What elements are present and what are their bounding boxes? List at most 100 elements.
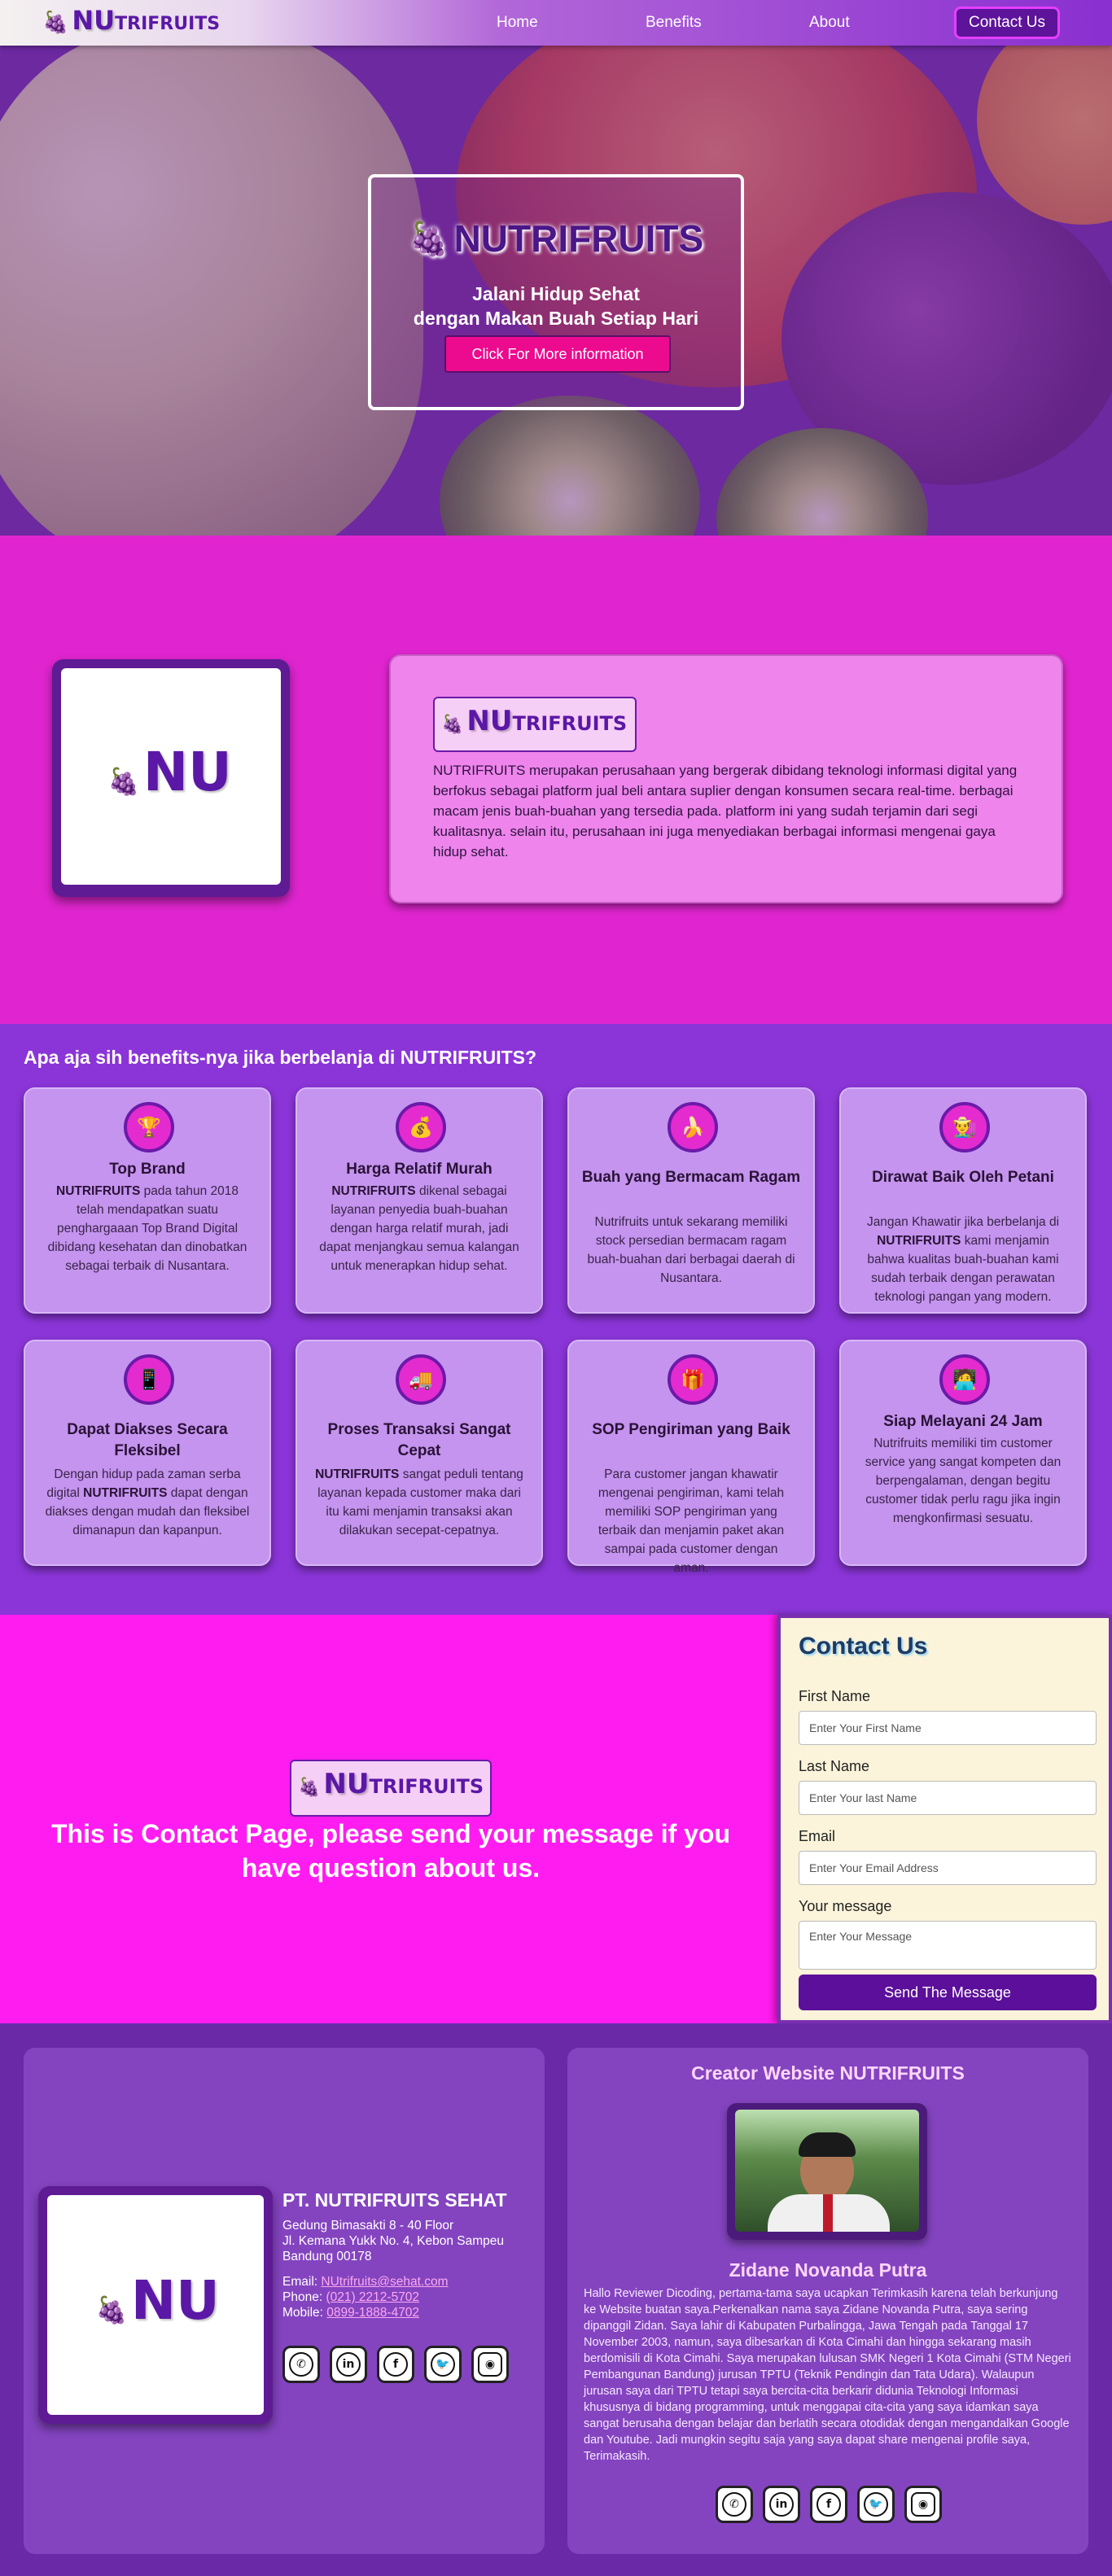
linkedin-icon[interactable]: in	[330, 2346, 367, 2383]
hero-title-text: NUTRIFRUITS	[453, 217, 704, 260]
benefit-card: 🚚 Proses Transaksi Sangat Cepat NUTRIFRUIT…	[296, 1340, 543, 1566]
mobile-link[interactable]: 0899-1888-4702	[326, 2306, 419, 2320]
about-card: 🍇 NU TRIFRUITS NUTRIFRUITS merupakan per…	[389, 654, 1063, 903]
benefit-description: Jangan Khawatir jika berbelanja di NUTRI…	[859, 1213, 1067, 1306]
benefit-desc-brand: NUTRIFRUITS	[315, 1467, 400, 1481]
nav-logo[interactable]: 🍇 NU TRIFRUITS	[42, 5, 220, 36]
support-agent-icon: 🧑‍💻	[939, 1354, 990, 1405]
mobile-phone-icon: 📱	[124, 1354, 174, 1405]
hero-subtitle: Jalani Hidup Sehat dengan Makan Buah Set…	[371, 282, 741, 330]
benefit-card: 🎁 SOP Pengiriman yang Baik Para customer j…	[567, 1340, 815, 1575]
footer-logo: 🍇 NU	[95, 2269, 220, 2332]
mobile-label: Mobile:	[282, 2306, 327, 2320]
facebook-icon[interactable]: f	[810, 2486, 847, 2523]
navbar: 🍇 NU TRIFRUITS Home Benefits About Conta…	[0, 0, 1112, 46]
benefit-title: Siap Melayani 24 Jam	[883, 1413, 1043, 1430]
mobile-line: Mobile: 0899-1888-4702	[282, 2305, 527, 2320]
benefit-description: Para customer jangan khawatir mengenai p…	[587, 1465, 795, 1577]
logo-nu: NU	[130, 2269, 220, 2332]
twitter-icon[interactable]: 🐦	[424, 2346, 462, 2383]
about-logo: 🍇 NU	[107, 741, 232, 803]
nav-link-home[interactable]: Home	[497, 14, 538, 32]
company-name: PT. NUTRIFRUITS SEHAT	[282, 2189, 507, 2211]
address-line-3: Bandung 00178	[282, 2250, 372, 2263]
creator-name: Zidane Novanda Putra	[729, 2259, 927, 2281]
nav-link-benefits[interactable]: Benefits	[646, 14, 702, 32]
contact-form: Contact Us First Name Enter Your First N…	[777, 1615, 1112, 2023]
instagram-icon[interactable]: ◉	[904, 2486, 942, 2523]
first-name-input[interactable]: Enter Your First Name	[799, 1711, 1097, 1745]
hero-box: 🍇 NUTRIFRUITS Jalani Hidup Sehat dengan …	[368, 174, 744, 410]
money-bag-icon: 💰	[396, 1102, 446, 1152]
creator-photo	[727, 2103, 927, 2240]
about-description: NUTRIFRUITS merupakan perusahaan yang be…	[433, 763, 1018, 859]
benefit-card: 📱 Dapat Diakses Secara Fleksibel Dengan hi…	[24, 1340, 271, 1566]
grape-icon: 🍇	[441, 715, 464, 735]
benefit-card: 👨‍🌾 Dirawat Baik Oleh Petani Jangan Khawat…	[839, 1087, 1087, 1314]
benefit-title: Proses Transaksi Sangat Cepat	[327, 1421, 511, 1459]
logo-rest: TRIFRUITS	[369, 1775, 484, 1798]
grape-icon: 🍇	[408, 221, 449, 257]
instagram-icon[interactable]: ◉	[471, 2346, 509, 2383]
gift-icon: 🎁	[668, 1354, 718, 1405]
hair-shape	[799, 2132, 856, 2157]
banana-icon: 🍌	[668, 1102, 718, 1152]
benefit-desc-text: Nutrifruits memiliki tim customer servic…	[865, 1437, 1062, 1525]
more-info-button[interactable]: Click For More information	[444, 335, 671, 373]
creator-card: Creator Website NUTRIFRUITS Zidane Novan…	[567, 2048, 1088, 2554]
send-message-button[interactable]: Send The Message	[799, 1975, 1097, 2010]
benefit-desc-brand: NUTRIFRUITS	[56, 1184, 141, 1198]
footer-logo-frame: 🍇 NU	[38, 2186, 273, 2424]
address-line-1: Gedung Bimasakti 8 - 40 Floor	[282, 2219, 454, 2233]
benefit-card: 💰 Harga Relatif Murah NUTRIFRUITS dikenal …	[296, 1087, 543, 1314]
logo-rest: TRIFRUITS	[115, 14, 221, 34]
creator-bio: Hallo Reviewer Dicoding, pertama-tama sa…	[584, 2287, 1071, 2463]
whatsapp-icon[interactable]: ✆	[282, 2346, 320, 2383]
twitter-icon[interactable]: 🐦	[857, 2486, 895, 2523]
contact-badge: 🍇 NU TRIFRUITS	[290, 1760, 492, 1817]
grape-icon: 🍇	[95, 2294, 128, 2325]
benefit-description: Nutrifruits memiliki tim customer servic…	[859, 1434, 1067, 1528]
benefit-desc-text: Nutrifruits untuk sekarang memiliki stoc…	[587, 1215, 795, 1285]
last-name-input[interactable]: Enter Your last Name	[799, 1781, 1097, 1815]
logo-nu: NU	[142, 741, 232, 803]
benefit-description: NUTRIFRUITS dikenal sebagai layanan peny…	[315, 1182, 523, 1275]
company-card: 🍇 NU PT. NUTRIFRUITS SEHAT Gedung Bimasa…	[24, 2048, 545, 2554]
benefit-desc-pre: Jangan Khawatir jika berbelanja di	[866, 1215, 1060, 1229]
benefit-desc-brand: NUTRIFRUITS	[331, 1184, 416, 1198]
creator-socials: ✆ in f 🐦 ◉	[716, 2486, 942, 2523]
grape-icon: 🍇	[298, 1778, 321, 1798]
email-line: Email: NUtrifruits@sehat.com	[282, 2274, 527, 2290]
hero-title: 🍇 NUTRIFRUITS	[371, 216, 741, 260]
delivery-truck-icon: 🚚	[396, 1354, 446, 1405]
logo-nu: NU	[466, 705, 513, 737]
message-textarea[interactable]: Enter Your Message	[799, 1921, 1097, 1970]
phone-link[interactable]: (021) 2212-5702	[326, 2290, 419, 2304]
creator-photo-image	[735, 2110, 919, 2232]
email-input[interactable]: Enter Your Email Address	[799, 1851, 1097, 1885]
whatsapp-icon[interactable]: ✆	[716, 2486, 753, 2523]
benefit-title: Dapat Diakses Secara Fleksibel	[67, 1421, 228, 1459]
about-section: 🍇 NU 🍇 NU TRIFRUITS NUTRIFRUITS merupaka…	[0, 536, 1112, 1024]
benefit-desc-brand: NUTRIFRUITS	[877, 1234, 961, 1248]
nav-contact-button[interactable]: Contact Us	[954, 7, 1060, 39]
phone-line: Phone: (021) 2212-5702	[282, 2290, 527, 2305]
hero-subtitle-line1: Jalani Hidup Sehat	[472, 283, 640, 304]
email-link[interactable]: NUtrifruits@sehat.com	[321, 2275, 448, 2289]
benefit-title: SOP Pengiriman yang Baik	[592, 1421, 790, 1438]
linkedin-icon[interactable]: in	[763, 2486, 800, 2523]
creator-title: Creator Website NUTRIFRUITS	[691, 2062, 965, 2084]
benefit-card: 🏆 Top Brand NUTRIFRUITS pada tahun 2018 te…	[24, 1087, 271, 1314]
form-title: Contact Us	[799, 1633, 928, 1660]
benefit-title: Buah yang Bermacam Ragam	[581, 1169, 801, 1186]
contact-section: 🍇 NU TRIFRUITS This is Contact Page, ple…	[0, 1615, 1112, 2023]
benefit-title: Top Brand	[109, 1161, 186, 1178]
logo-rest: TRIFRUITS	[512, 712, 628, 735]
email-label: Email:	[282, 2275, 322, 2289]
benefit-description: Dengan hidup pada zaman serba digital NU…	[43, 1465, 252, 1540]
benefits-heading: Apa aja sih benefits-nya jika berbelanja…	[24, 1047, 537, 1068]
facebook-icon[interactable]: f	[377, 2346, 414, 2383]
grape-icon: 🍇	[107, 766, 140, 797]
nav-link-about[interactable]: About	[809, 14, 850, 32]
about-badge: 🍇 NU TRIFRUITS	[433, 697, 637, 752]
